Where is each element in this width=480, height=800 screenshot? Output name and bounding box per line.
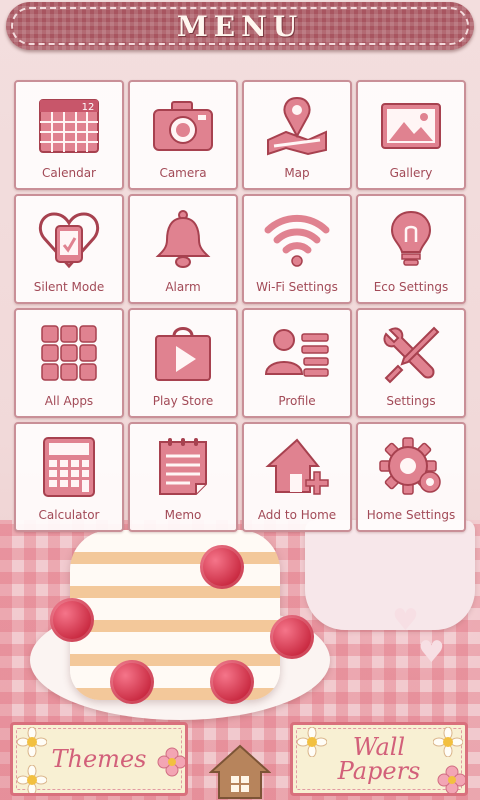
memo-icon — [148, 434, 218, 500]
app-label: Settings — [386, 394, 436, 408]
app-label: Eco Settings — [373, 280, 449, 294]
map-icon — [262, 92, 332, 158]
app-label: Calendar — [42, 166, 96, 180]
daisy-flower-icon — [17, 727, 47, 757]
themes-button[interactable]: Themes — [10, 722, 188, 796]
app-tile-add-to-home[interactable]: Add to Home — [242, 422, 352, 532]
daisy-flower-icon — [17, 765, 47, 793]
app-grid: 12 Calendar Camera Map Gallery Silent Mo… — [14, 80, 466, 532]
wallpapers-label-line1: Wall — [352, 733, 406, 761]
home-icon — [209, 744, 271, 799]
raspberry-decoration — [210, 660, 254, 704]
app-tile-play-store[interactable]: Play Store — [128, 308, 238, 418]
app-tile-calendar[interactable]: 12 Calendar — [14, 80, 124, 190]
calculator-icon — [34, 434, 104, 500]
app-label: Gallery — [389, 166, 433, 180]
lightbulb-icon — [376, 206, 446, 272]
menu-header: MENU — [6, 2, 474, 50]
gear-icon — [376, 434, 446, 500]
heart-decoration: ♥ — [392, 603, 419, 638]
teacup-decoration — [305, 520, 475, 630]
app-tile-map[interactable]: Map — [242, 80, 352, 190]
camera-icon — [148, 92, 218, 158]
home-button[interactable] — [209, 742, 271, 800]
bell-icon — [148, 206, 218, 272]
app-tile-profile[interactable]: Profile — [242, 308, 352, 418]
app-tile-wifi-settings[interactable]: Wi-Fi Settings — [242, 194, 352, 304]
menu-title: MENU — [176, 9, 304, 43]
raspberry-decoration — [270, 615, 314, 659]
profile-icon — [262, 320, 332, 386]
app-label: Add to Home — [257, 508, 337, 522]
app-tile-memo[interactable]: Memo — [128, 422, 238, 532]
daisy-flower-icon — [297, 727, 327, 757]
app-label: Silent Mode — [33, 280, 105, 294]
app-label: Wi-Fi Settings — [256, 280, 338, 294]
tools-icon — [376, 320, 446, 386]
app-label: Memo — [164, 508, 202, 522]
app-tile-eco-settings[interactable]: Eco Settings — [356, 194, 466, 304]
themes-label: Themes — [51, 745, 147, 773]
app-label: All Apps — [44, 394, 94, 408]
app-label: Calculator — [38, 508, 100, 522]
daisy-flower-icon — [433, 727, 463, 757]
app-label: Camera — [159, 166, 207, 180]
svg-text:12: 12 — [82, 102, 95, 113]
app-tile-all-apps[interactable]: All Apps — [14, 308, 124, 418]
add-to-home-icon — [262, 434, 332, 500]
wifi-icon — [262, 206, 332, 272]
app-tile-calculator[interactable]: Calculator — [14, 422, 124, 532]
app-tile-gallery[interactable]: Gallery — [356, 80, 466, 190]
app-label: Alarm — [165, 280, 201, 294]
app-tile-silent-mode[interactable]: Silent Mode — [14, 194, 124, 304]
app-tile-home-settings[interactable]: Home Settings — [356, 422, 466, 532]
all-apps-grid-icon — [34, 320, 104, 386]
app-label: Play Store — [152, 394, 214, 408]
play-store-icon — [148, 320, 218, 386]
app-label: Profile — [278, 394, 316, 408]
pink-flower-icon — [157, 747, 185, 777]
app-tile-camera[interactable]: Camera — [128, 80, 238, 190]
silent-mode-icon — [34, 206, 104, 272]
gallery-icon — [376, 92, 446, 158]
wallpapers-label: Wall Papers — [338, 735, 421, 783]
calendar-icon: 12 — [34, 92, 104, 158]
app-tile-settings[interactable]: Settings — [356, 308, 466, 418]
heart-decoration: ♥ — [418, 635, 445, 670]
app-label: Map — [284, 166, 310, 180]
wallpapers-label-line2: Papers — [337, 757, 421, 785]
app-label: Home Settings — [366, 508, 456, 522]
raspberry-decoration — [110, 660, 154, 704]
raspberry-decoration — [50, 598, 94, 642]
app-tile-alarm[interactable]: Alarm — [128, 194, 238, 304]
wallpapers-button[interactable]: Wall Papers — [290, 722, 468, 796]
pink-flower-icon — [437, 765, 465, 793]
raspberry-decoration — [200, 545, 244, 589]
